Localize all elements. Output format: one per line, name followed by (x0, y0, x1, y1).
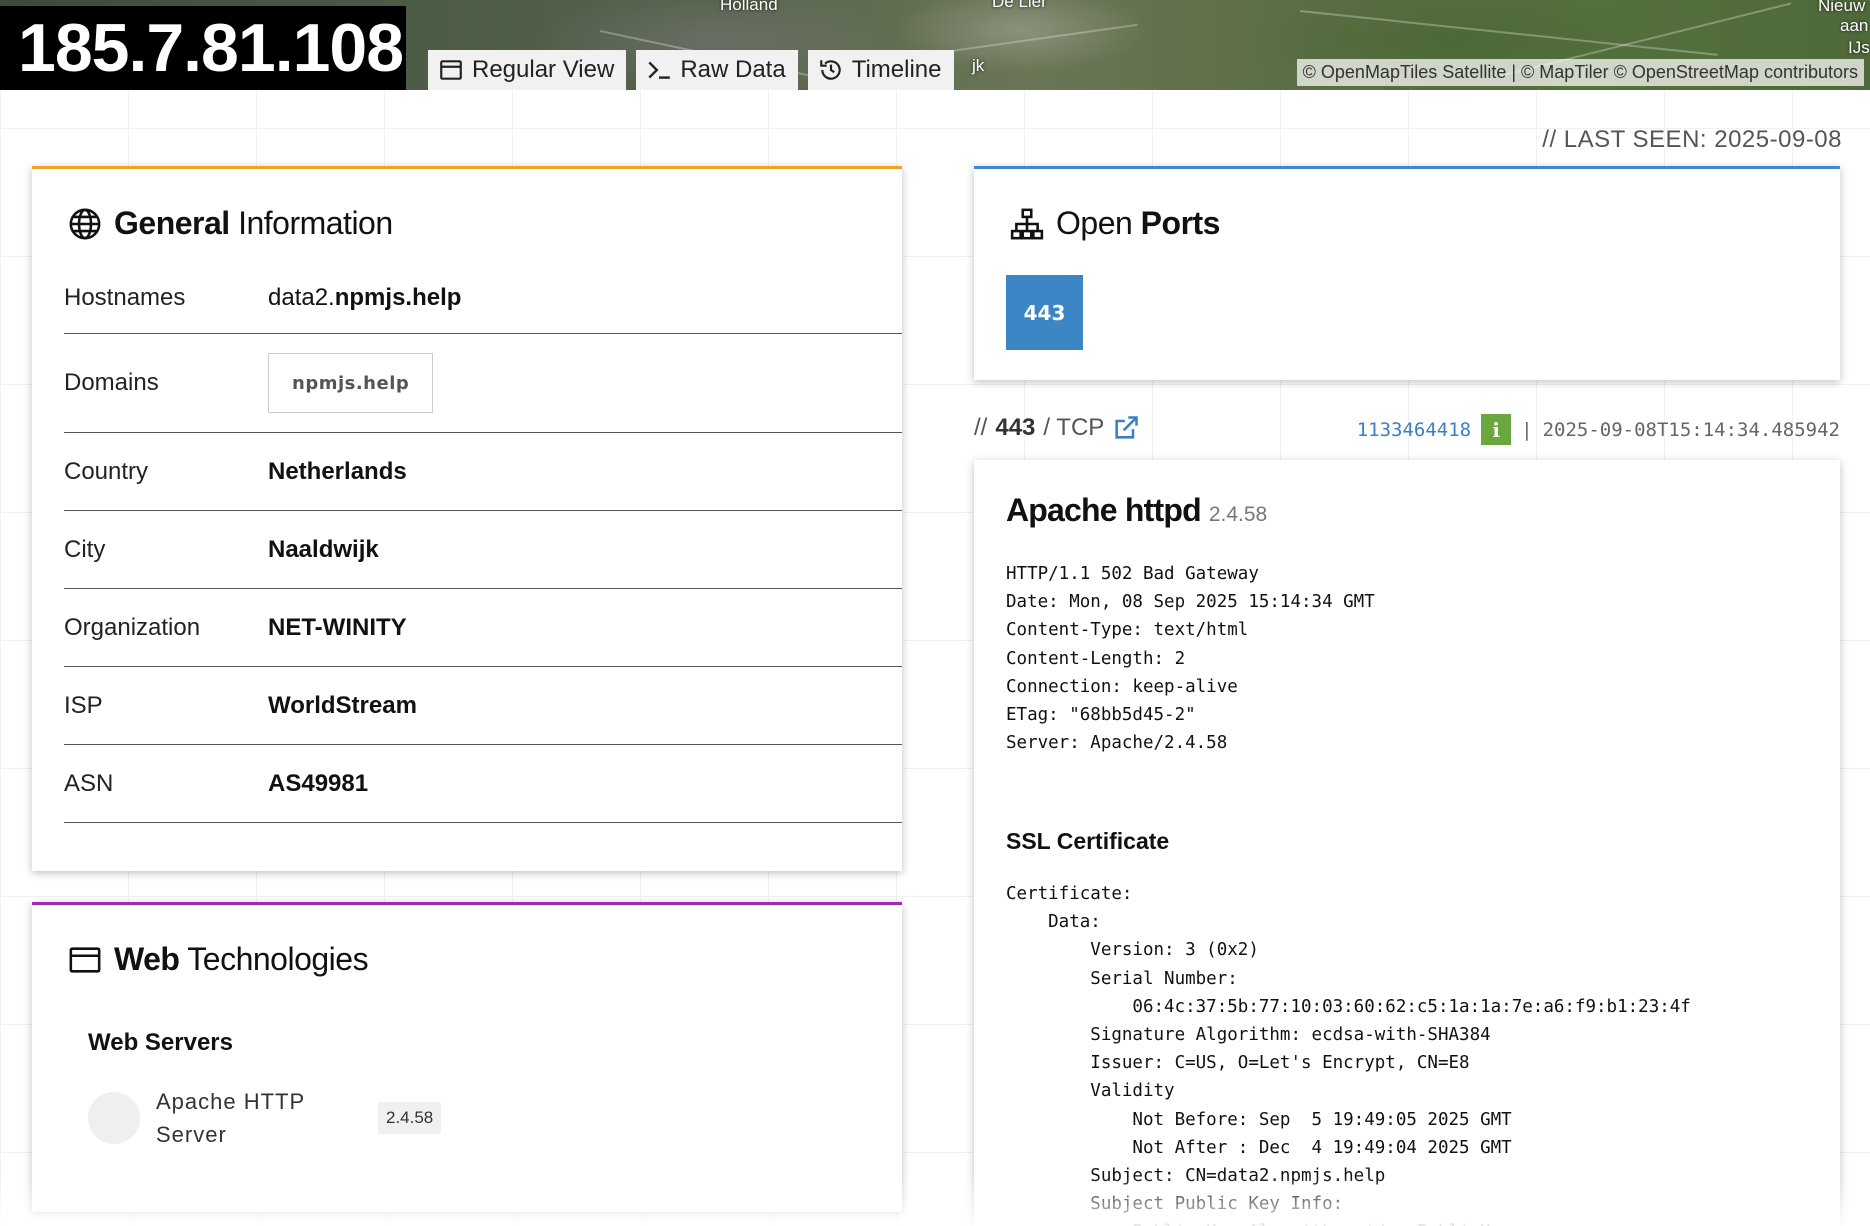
title-light: Open (1056, 205, 1133, 241)
tab-raw-data[interactable]: Raw Data (636, 50, 798, 90)
tab-timeline[interactable]: Timeline (807, 50, 954, 90)
title-bold: General (114, 205, 230, 241)
map-label-jk: jk (972, 56, 985, 75)
tab-regular-view[interactable]: Regular View (428, 50, 627, 90)
service-banner-card: Apache httpd 2.4.58 HTTP/1.1 502 Bad Gat… (974, 460, 1840, 1226)
map-label-aan: aan (1840, 16, 1869, 35)
window-icon (440, 60, 462, 80)
ip-address-title: 185.7.81.108 (0, 6, 406, 90)
info-table: Hostnames data2.npmjs.help Domains npmjs… (64, 263, 902, 823)
tab-label: Raw Data (680, 56, 786, 83)
general-information-title: General Information (68, 205, 393, 242)
hostname-prefix: data2. (268, 284, 335, 311)
title-rest: Technologies (187, 941, 369, 977)
web-technologies-card: Web Technologies Web Servers Apache HTTP… (32, 902, 902, 1212)
info-row-organization: Organization NET-WINITY (64, 589, 902, 667)
map-label-ijs: IJs (1848, 38, 1870, 57)
info-row-asn: ASN AS49981 (64, 745, 902, 823)
tab-label: Timeline (851, 56, 942, 83)
browser-window-icon (69, 946, 101, 973)
terminal-icon (648, 61, 671, 79)
map-label-de-lier: De Lier (992, 0, 1047, 11)
organization-value[interactable]: NET-WINITY (268, 614, 407, 642)
info-row-hostnames: Hostnames data2.npmjs.help (64, 263, 902, 334)
separator: | (1521, 418, 1533, 441)
port-badge-443[interactable]: 443 (1006, 275, 1083, 350)
ssl-certificate-text: Certificate: Data: Version: 3 (0x2) Seri… (1006, 884, 1691, 1226)
tech-version-badge: 2.4.58 (378, 1102, 442, 1134)
apache-logo (88, 1092, 140, 1144)
map-label-holland: Holland (720, 0, 778, 14)
product-name: Apache httpd (1006, 492, 1202, 528)
last-seen: // LAST SEEN: 2025-09-08 (1542, 126, 1842, 153)
ssl-certificate-heading: SSL Certificate (1006, 828, 1170, 854)
info-row-domains: Domains npmjs.help (64, 334, 902, 433)
info-row-country: Country Netherlands (64, 433, 902, 511)
map-road (1299, 10, 1718, 56)
title-bold: Ports (1140, 205, 1221, 241)
info-label: Domains (64, 369, 159, 396)
tech-name: Apache HTTP Server (156, 1089, 305, 1147)
hostname-domain: npmjs.help (334, 284, 462, 311)
info-label: Organization (64, 613, 201, 641)
domain-chip[interactable]: npmjs.help (268, 353, 434, 413)
port-protocol: / TCP (1043, 414, 1105, 441)
asn-value[interactable]: AS49981 (268, 770, 368, 798)
port-heading: // 443 / TCP (974, 414, 1140, 442)
banner-hash-link[interactable]: 1133464418 (1357, 419, 1471, 441)
country-value[interactable]: Netherlands (268, 458, 407, 486)
info-row-city: City Naaldwijk (64, 511, 902, 589)
map-label-nieuw: Nieuw (1818, 0, 1866, 15)
general-information-card: General Information Hostnames data2.npmj… (32, 166, 902, 871)
globe-icon (69, 208, 101, 239)
info-label: City (64, 535, 106, 563)
tech-item-apache[interactable]: Apache HTTP Server 2.4.58 (88, 1085, 442, 1151)
map-attribution[interactable]: © OpenMapTiles Satellite | © MapTiler © … (1296, 59, 1864, 86)
hostname-value[interactable]: data2.npmjs.help (268, 284, 461, 312)
info-row-isp: ISP WorldStream (64, 667, 902, 745)
view-tabs: Regular View Raw Data Timeline (428, 50, 954, 90)
port-number: 443 (995, 414, 1036, 441)
web-technologies-title: Web Technologies (68, 941, 369, 978)
history-icon (819, 60, 841, 80)
product-version: 2.4.58 (1208, 503, 1268, 526)
isp-value[interactable]: WorldStream (268, 692, 417, 720)
info-label: Country (64, 457, 149, 485)
title-rest: Information (238, 205, 393, 241)
port-meta: 1133464418 i | 2025-09-08T15:14:34.48594… (1357, 414, 1840, 445)
open-ports-card: Open Ports 443 (974, 166, 1840, 380)
web-servers-heading: Web Servers (88, 1029, 233, 1056)
open-ports-title: Open Ports (1010, 205, 1220, 242)
info-label: ASN (64, 769, 114, 797)
banner-timestamp: 2025-09-08T15:14:34.485942 (1542, 418, 1840, 441)
port-detail-header: // 443 / TCP 1133464418 i | 2025-09-08T1… (974, 414, 1840, 448)
title-bold: Web (114, 941, 180, 977)
bottom-fade (0, 1176, 1870, 1226)
network-icon (1010, 208, 1044, 239)
city-value[interactable]: Naaldwijk (268, 536, 379, 564)
port-prefix: // (974, 414, 988, 441)
info-label: ISP (64, 691, 103, 719)
info-button[interactable]: i (1481, 414, 1512, 445)
http-banner-text: HTTP/1.1 502 Bad Gateway Date: Mon, 08 S… (1006, 564, 1375, 754)
external-link-icon[interactable] (1112, 414, 1140, 442)
info-label: Hostnames (64, 284, 186, 311)
tab-label: Regular View (472, 56, 615, 83)
product-heading: Apache httpd 2.4.58 (1006, 492, 1267, 529)
